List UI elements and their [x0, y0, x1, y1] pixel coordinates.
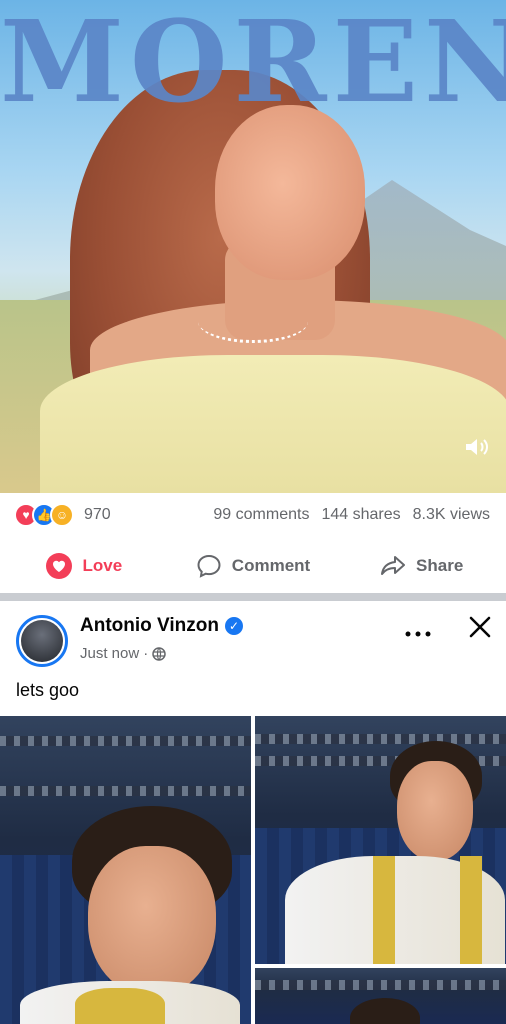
- author-name[interactable]: Antonio Vinzon ✓: [80, 615, 243, 637]
- action-bar: Love Comment Share: [0, 540, 506, 592]
- post-timestamp[interactable]: Just now: [80, 645, 139, 662]
- person-face: [88, 846, 216, 996]
- post-photo-3[interactable]: [255, 968, 506, 1024]
- video-player[interactable]: MORENA: [0, 0, 506, 493]
- comment-button[interactable]: Comment: [169, 553, 338, 579]
- avatar-image: [21, 620, 63, 662]
- close-icon[interactable]: [464, 611, 496, 643]
- shares-count[interactable]: 144 shares: [321, 506, 400, 524]
- reactions-bar: ♥ 👍 ☺ 970 99 comments 144 shares 8.3K vi…: [0, 493, 506, 537]
- post-stats: 99 comments 144 shares 8.3K views: [213, 506, 490, 524]
- post-header: Antonio Vinzon ✓ Just now ·: [0, 601, 506, 673]
- love-icon: [46, 553, 73, 579]
- meta-separator: ·: [143, 645, 149, 662]
- video-title-overlay: MORENA: [0, 0, 506, 128]
- person-sash: [75, 988, 165, 1024]
- author-name-text: Antonio Vinzon: [80, 615, 219, 636]
- person-sash: [373, 856, 395, 964]
- post-meta: Just now ·: [80, 645, 166, 662]
- comment-label: Comment: [231, 556, 311, 575]
- subject-top: [40, 355, 506, 493]
- love-button[interactable]: Love: [0, 553, 169, 579]
- post-photo-1[interactable]: [0, 716, 251, 1024]
- avatar[interactable]: [16, 615, 68, 667]
- love-label: Love: [82, 556, 123, 575]
- volume-icon[interactable]: [460, 432, 494, 462]
- stage-truss: [255, 980, 506, 990]
- feed-divider: [0, 593, 506, 601]
- person-face: [397, 761, 473, 861]
- reaction-count[interactable]: 970: [84, 506, 111, 524]
- reaction-icons[interactable]: ♥ 👍 ☺: [14, 503, 78, 527]
- comment-icon: [197, 554, 221, 578]
- verified-badge-icon: ✓: [224, 617, 243, 635]
- care-reaction-icon: ☺: [50, 503, 74, 527]
- more-options-icon[interactable]: [404, 619, 432, 645]
- comments-count[interactable]: 99 comments: [213, 506, 309, 524]
- subject-necklace: [198, 300, 308, 343]
- person-sash: [460, 856, 482, 964]
- stage-truss: [0, 786, 251, 796]
- share-button[interactable]: Share: [337, 553, 506, 579]
- post-caption: lets goo: [16, 680, 80, 700]
- share-icon: [381, 556, 406, 575]
- post-photo-2[interactable]: [255, 716, 506, 964]
- views-count: 8.3K views: [412, 506, 490, 523]
- globe-icon[interactable]: [152, 646, 166, 661]
- stage-truss: [0, 736, 251, 746]
- stage-truss: [255, 734, 506, 744]
- subject-face: [215, 105, 365, 280]
- share-label: Share: [416, 556, 464, 575]
